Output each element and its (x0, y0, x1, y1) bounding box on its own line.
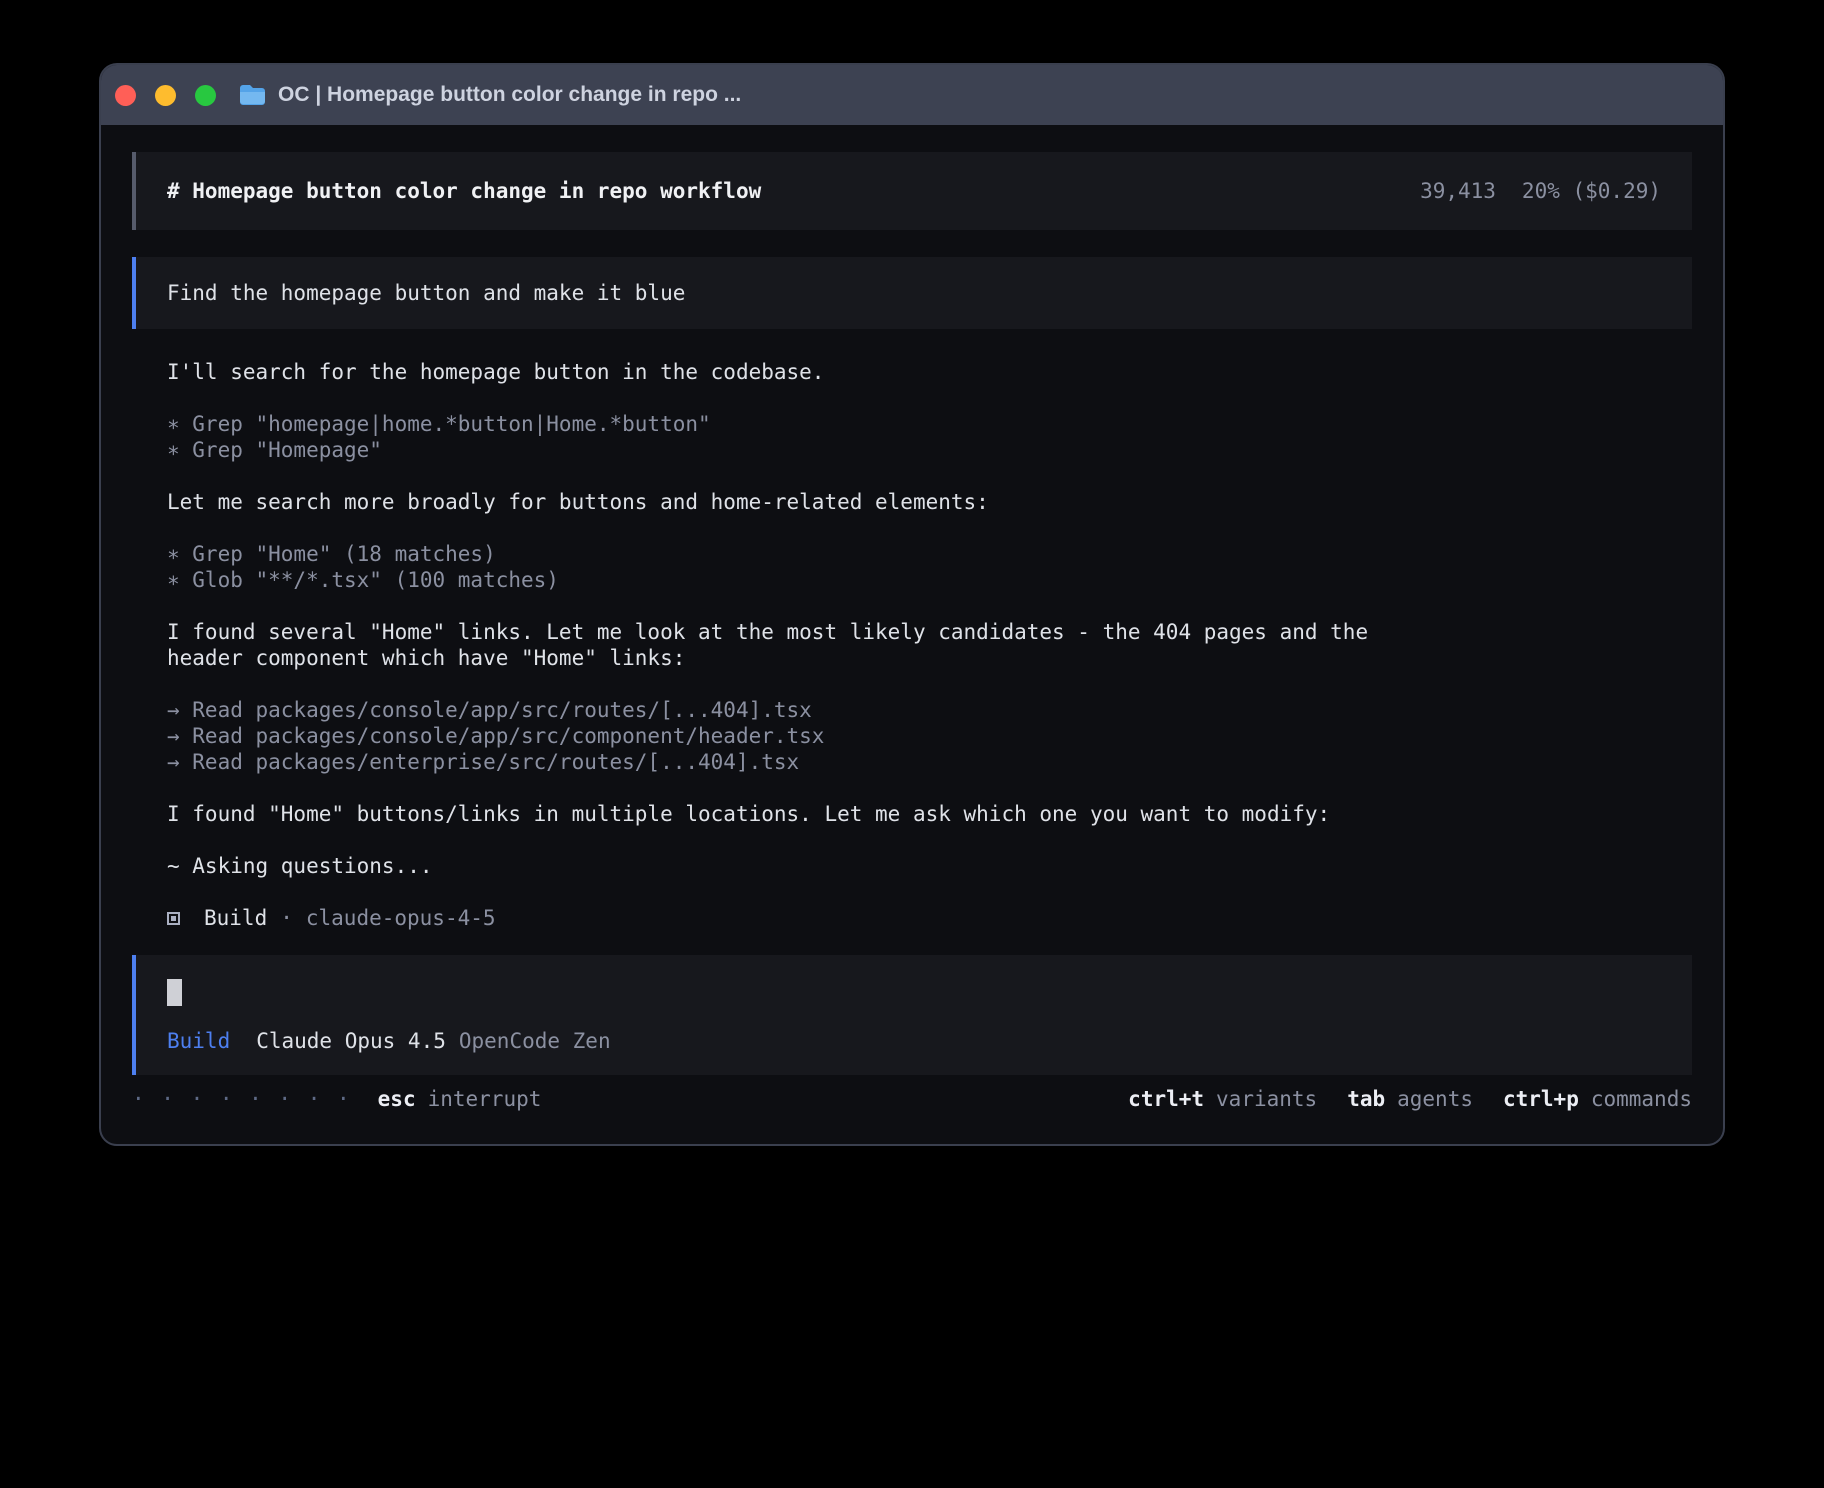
assistant-message: Let me search more broadly for buttons a… (167, 489, 1427, 515)
session-stats: 39,413 20% ($0.29) (1420, 179, 1661, 203)
mode-badge[interactable]: Build (167, 1029, 230, 1053)
tool-call-read: → Read packages/enterprise/src/routes/[.… (167, 749, 1692, 775)
tool-call-group: ∗ Grep "Home" (18 matches) ∗ Glob "**/*.… (167, 541, 1692, 593)
tool-call-group: → Read packages/console/app/src/routes/[… (167, 697, 1692, 775)
tool-call-group: ∗ Grep "homepage|home.*button|Home.*butt… (167, 411, 1692, 463)
window-title: OC | Homepage button color change in rep… (278, 83, 741, 107)
agent-model: claude-opus-4-5 (306, 905, 496, 931)
tool-call-grep: ∗ Grep "Homepage" (167, 437, 1692, 463)
shortcut-label: variants (1216, 1087, 1317, 1111)
prompt-input[interactable]: Build Claude Opus 4.5 OpenCode Zen (132, 955, 1692, 1075)
minimize-button[interactable] (155, 85, 176, 106)
titlebar[interactable]: OC | Homepage button color change in rep… (101, 65, 1723, 125)
shortcut-key: tab (1347, 1087, 1385, 1111)
terminal-content: # Homepage button color change in repo w… (101, 125, 1723, 1123)
status-message: ~ Asking questions... (167, 853, 1427, 879)
status-bar: · · · · · · · · esc interrupt ctrl+t var… (132, 1075, 1692, 1123)
agent-icon (167, 912, 180, 925)
assistant-message: I'll search for the homepage button in t… (167, 359, 1427, 385)
shortcut-label: agents (1397, 1087, 1473, 1111)
model-name[interactable]: Claude Opus 4.5 (256, 1029, 446, 1053)
traffic-lights (115, 85, 216, 106)
transcript: I'll search for the homepage button in t… (132, 329, 1692, 931)
shortcut-agents[interactable]: tab agents (1347, 1087, 1473, 1111)
shortcut-label: commands (1591, 1087, 1692, 1111)
esc-key: esc (378, 1087, 416, 1111)
session-title: # Homepage button color change in repo w… (167, 179, 761, 203)
context-usage: 20% ($0.29) (1522, 179, 1661, 203)
tool-call-grep: ∗ Grep "Home" (18 matches) (167, 541, 1692, 567)
shortcut-commands[interactable]: ctrl+p commands (1503, 1087, 1692, 1111)
shortcut-variants[interactable]: ctrl+t variants (1128, 1087, 1317, 1111)
shortcut-key: ctrl+t (1128, 1087, 1204, 1111)
assistant-message: I found several "Home" links. Let me loo… (167, 619, 1427, 671)
token-count: 39,413 (1420, 179, 1496, 203)
text-cursor (167, 979, 182, 1006)
tool-call-glob: ∗ Glob "**/*.tsx" (100 matches) (167, 567, 1692, 593)
session-header: # Homepage button color change in repo w… (132, 152, 1692, 230)
user-message: Find the homepage button and make it blu… (132, 257, 1692, 329)
folder-icon (239, 84, 266, 106)
esc-label: interrupt (428, 1087, 542, 1111)
zoom-button[interactable] (195, 85, 216, 106)
tool-call-read: → Read packages/console/app/src/componen… (167, 723, 1692, 749)
shortcut-key: ctrl+p (1503, 1087, 1579, 1111)
input-mode-line: Build Claude Opus 4.5 OpenCode Zen (167, 1029, 1661, 1053)
spinner-icon: · · · · · · · · (132, 1087, 352, 1111)
agent-status-line: Build · claude-opus-4-5 (167, 905, 1692, 931)
provider-name: OpenCode Zen (459, 1029, 611, 1053)
tool-call-grep: ∗ Grep "homepage|home.*button|Home.*butt… (167, 411, 1692, 437)
assistant-message: I found "Home" buttons/links in multiple… (167, 801, 1427, 827)
status-bar-left: · · · · · · · · esc interrupt (132, 1087, 541, 1111)
status-bar-right: ctrl+t variants tab agents ctrl+p comman… (1128, 1087, 1692, 1111)
agent-name: Build (204, 905, 267, 931)
terminal-window: OC | Homepage button color change in rep… (99, 63, 1725, 1146)
agent-separator: · (280, 905, 293, 931)
close-button[interactable] (115, 85, 136, 106)
tool-call-read: → Read packages/console/app/src/routes/[… (167, 697, 1692, 723)
shortcut-interrupt[interactable]: esc interrupt (378, 1087, 542, 1111)
user-message-text: Find the homepage button and make it blu… (167, 281, 685, 305)
